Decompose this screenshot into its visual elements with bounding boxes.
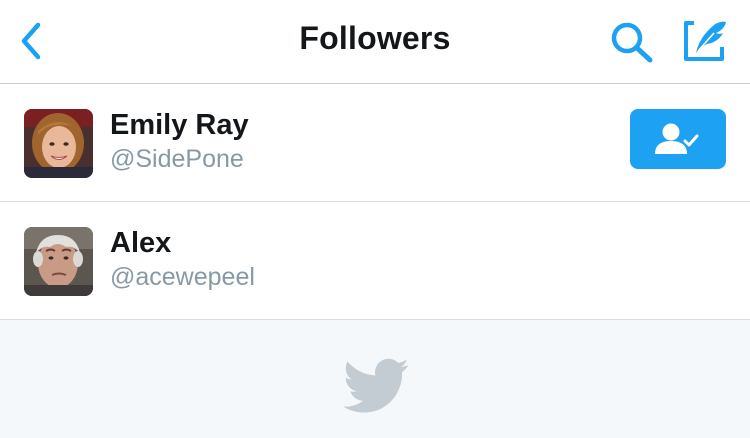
- follower-row[interactable]: Alex @acewepeel: [0, 202, 750, 320]
- follower-name: Alex: [110, 227, 172, 259]
- following-check-icon: [655, 123, 699, 154]
- navigation-bar: Followers: [0, 0, 750, 84]
- compose-tweet-icon: [684, 21, 726, 61]
- avatar[interactable]: [24, 109, 93, 178]
- compose-tweet-button[interactable]: [680, 17, 732, 65]
- following-button[interactable]: [630, 109, 726, 169]
- followers-list: Emily Ray @SidePone Alex @acewepeel: [0, 84, 750, 320]
- follower-name: Emily Ray: [110, 109, 249, 141]
- search-icon: [611, 22, 653, 63]
- follower-row[interactable]: Emily Ray @SidePone: [0, 84, 750, 202]
- follower-handle: @SidePone: [110, 145, 244, 173]
- twitter-bird-icon: [343, 358, 409, 413]
- follower-handle: @acewepeel: [110, 263, 255, 291]
- search-button[interactable]: [606, 19, 658, 65]
- avatar[interactable]: [24, 227, 93, 296]
